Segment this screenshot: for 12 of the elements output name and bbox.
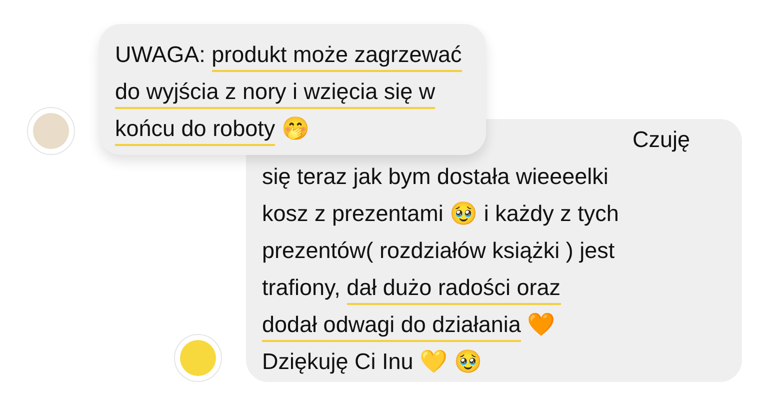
message-line: końcu do roboty 🤭 — [115, 110, 310, 147]
avatar — [27, 107, 75, 155]
message-line: kosz z prezentami 🥹 i każdy z tych — [262, 200, 619, 228]
message-line: trafiony, dał dużo radości oraz — [262, 269, 560, 306]
message-line: dodał odwagi do działania 🧡 — [262, 306, 556, 343]
message-line: do wyjścia z nory i wzięcia się w — [115, 73, 436, 110]
message-line: Dziękuję Ci Inu 💛 🥹 — [262, 348, 482, 376]
message-line: się teraz jak bym dostała wieeeelki — [262, 163, 608, 191]
message-line: UWAGA: produkt może zagrzewać — [115, 36, 462, 73]
avatar — [174, 334, 222, 382]
message-line: prezentów( rozdziałów książki ) jest — [262, 237, 615, 265]
message-line: Czuję — [632, 126, 690, 154]
